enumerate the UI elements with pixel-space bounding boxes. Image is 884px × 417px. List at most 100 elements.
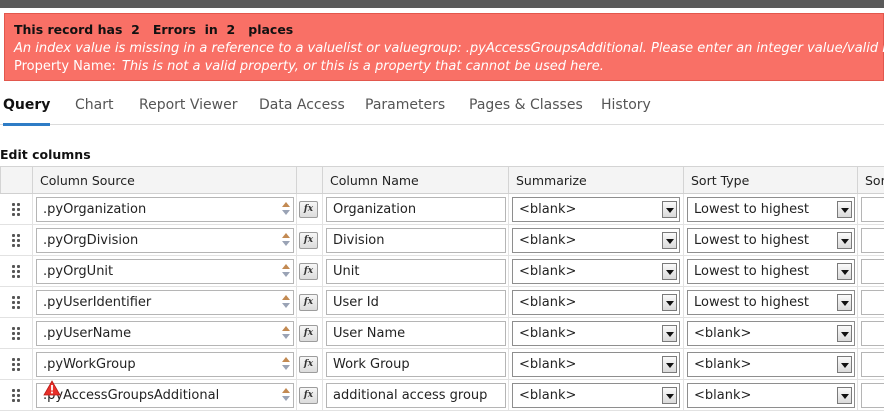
dropdown-arrow-icon[interactable]: [837, 294, 852, 311]
tab-chart[interactable]: Chart: [75, 97, 113, 123]
tab-query[interactable]: Query: [3, 97, 51, 126]
dropdown-arrow-icon[interactable]: [662, 232, 677, 249]
stepper-icon[interactable]: [282, 295, 290, 310]
dropdown-arrow-icon[interactable]: [662, 356, 677, 373]
cell-divider: [508, 287, 509, 318]
column-name-input[interactable]: User Id: [326, 290, 506, 315]
dropdown-arrow-icon[interactable]: [837, 356, 852, 373]
column-name-input[interactable]: Division: [326, 228, 506, 253]
dropdown-arrow-icon[interactable]: [837, 263, 852, 280]
sort-order-input[interactable]: [861, 197, 884, 222]
drag-handle-icon[interactable]: [10, 389, 22, 402]
cell-divider: [296, 287, 297, 318]
dropdown-arrow-icon[interactable]: [837, 232, 852, 249]
column-source-input[interactable]: .pyAccessGroupsAdditional: [36, 383, 294, 408]
column-source-input[interactable]: .pyWorkGroup: [36, 352, 294, 377]
stepper-icon[interactable]: [282, 326, 290, 341]
column-name-input[interactable]: additional access group: [326, 383, 506, 408]
sort-order-input[interactable]: [861, 352, 884, 377]
sort-type-select[interactable]: Lowest to highest: [687, 259, 855, 284]
column-source-input[interactable]: .pyUserName: [36, 321, 294, 346]
column-source-input[interactable]: .pyUserIdentifier: [36, 290, 294, 315]
sort-type-value: <blank>: [694, 388, 752, 403]
formula-button[interactable]: fx: [299, 263, 318, 280]
sort-type-select[interactable]: Lowest to highest: [687, 197, 855, 222]
tab-parameters[interactable]: Parameters: [365, 97, 445, 123]
header-sort-order[interactable]: Sor: [857, 167, 884, 193]
cell-divider: [296, 380, 297, 411]
dropdown-arrow-icon[interactable]: [662, 294, 677, 311]
stepper-icon[interactable]: [282, 202, 290, 217]
summarize-select[interactable]: <blank>: [512, 228, 680, 253]
formula-button[interactable]: fx: [299, 232, 318, 249]
dropdown-arrow-icon[interactable]: [662, 387, 677, 404]
header-summarize[interactable]: Summarize: [508, 167, 683, 193]
summarize-select[interactable]: <blank>: [512, 290, 680, 315]
table-row: .pyOrgDivision fx Division <blank> Lowest to…: [0, 225, 884, 256]
header-column-source[interactable]: Column Source: [32, 167, 296, 193]
drag-handle-icon[interactable]: [10, 234, 22, 247]
stepper-icon[interactable]: [282, 264, 290, 279]
tab-history[interactable]: History: [601, 97, 651, 123]
dropdown-arrow-icon[interactable]: [662, 263, 677, 280]
sort-type-select[interactable]: Lowest to highest: [687, 228, 855, 253]
summarize-value: <blank>: [519, 202, 577, 217]
drag-handle-icon[interactable]: [10, 296, 22, 309]
column-source-value: .pyUserName: [43, 326, 132, 341]
header-sort-type[interactable]: Sort Type: [683, 167, 857, 193]
dropdown-arrow-icon[interactable]: [662, 325, 677, 342]
drag-handle-icon[interactable]: [10, 327, 22, 340]
tab-report-viewer[interactable]: Report Viewer: [139, 97, 237, 123]
column-source-value: .pyOrgDivision: [43, 233, 139, 248]
column-source-input[interactable]: .pyOrganization: [36, 197, 294, 222]
sort-order-input[interactable]: [861, 290, 884, 315]
drag-handle-icon[interactable]: [10, 358, 22, 371]
cell-divider: [322, 194, 323, 225]
column-source-input[interactable]: .pyOrgDivision: [36, 228, 294, 253]
summarize-select[interactable]: <blank>: [512, 352, 680, 377]
column-name-input[interactable]: User Name: [326, 321, 506, 346]
sort-order-input[interactable]: [861, 259, 884, 284]
cell-divider: [683, 225, 684, 256]
summarize-select[interactable]: <blank>: [512, 383, 680, 408]
dropdown-arrow-icon[interactable]: [837, 201, 852, 218]
dropdown-arrow-icon[interactable]: [837, 325, 852, 342]
formula-button[interactable]: fx: [299, 325, 318, 342]
summarize-select[interactable]: <blank>: [512, 197, 680, 222]
table-row: .pyWorkGroup fx Work Group <blank> <blank>: [0, 349, 884, 380]
cell-divider: [857, 380, 858, 411]
summarize-select[interactable]: <blank>: [512, 321, 680, 346]
summarize-select[interactable]: <blank>: [512, 259, 680, 284]
dropdown-arrow-icon[interactable]: [662, 201, 677, 218]
sort-type-select[interactable]: <blank>: [687, 321, 855, 346]
stepper-icon[interactable]: [282, 357, 290, 372]
stepper-icon[interactable]: [282, 388, 290, 403]
formula-button[interactable]: fx: [299, 387, 318, 404]
column-name-input[interactable]: Unit: [326, 259, 506, 284]
column-name-input[interactable]: Organization: [326, 197, 506, 222]
formula-button[interactable]: fx: [299, 294, 318, 311]
tab-data-access[interactable]: Data Access: [259, 97, 345, 123]
cell-divider: [508, 380, 509, 411]
cell-divider: [508, 194, 509, 225]
formula-button[interactable]: fx: [299, 201, 318, 218]
table-row: .pyAccessGroupsAdditional fx additional ac…: [0, 380, 884, 411]
sort-type-select[interactable]: Lowest to highest: [687, 290, 855, 315]
sort-type-select[interactable]: <blank>: [687, 352, 855, 377]
sort-order-input[interactable]: [861, 321, 884, 346]
dropdown-arrow-icon[interactable]: [837, 387, 852, 404]
tab-pages-classes[interactable]: Pages & Classes: [469, 97, 583, 123]
cell-divider: [508, 318, 509, 349]
sort-order-input[interactable]: [861, 383, 884, 408]
column-name-input[interactable]: Work Group: [326, 352, 506, 377]
sort-order-input[interactable]: [861, 228, 884, 253]
drag-handle-icon[interactable]: [10, 265, 22, 278]
stepper-icon[interactable]: [282, 233, 290, 248]
sort-type-value: <blank>: [694, 357, 752, 372]
formula-button[interactable]: fx: [299, 356, 318, 373]
header-column-name[interactable]: Column Name: [322, 167, 508, 193]
column-source-input[interactable]: .pyOrgUnit: [36, 259, 294, 284]
cell-divider: [296, 318, 297, 349]
sort-type-select[interactable]: <blank>: [687, 383, 855, 408]
drag-handle-icon[interactable]: [10, 203, 22, 216]
